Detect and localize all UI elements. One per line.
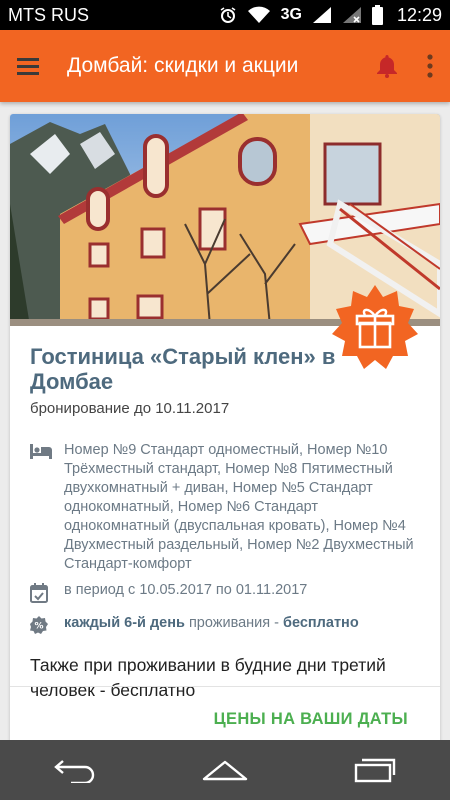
svg-text:%: % — [34, 622, 43, 632]
percent-badge-icon: % — [30, 616, 48, 634]
home-button[interactable] — [195, 740, 255, 800]
discount-free: бесплатно — [283, 615, 359, 631]
extra-offer: Также при проживании в будние дни третий… — [30, 655, 386, 700]
period-row: в период с 10.05.2017 по 01.11.2017 — [30, 581, 420, 608]
booking-deadline: бронирование до 10.11.2017 — [30, 400, 230, 417]
hamburger-icon — [17, 58, 39, 75]
offer-card[interactable]: Гостиница «Старый клен» в Домбае брониро… — [10, 114, 440, 754]
app-bar: Домбай: скидки и акции — [0, 30, 450, 102]
no-signal-icon — [342, 7, 361, 23]
recent-apps-icon — [354, 758, 396, 783]
prices-button[interactable]: ЦЕНЫ НА ВАШИ ДАТЫ — [214, 710, 408, 729]
notifications-button[interactable] — [364, 30, 410, 102]
more-vert-icon — [427, 54, 433, 78]
home-icon — [202, 760, 248, 781]
rooms-row: Номер №9 Стандарт одноместный, Номер №10… — [30, 441, 420, 574]
more-options-button[interactable] — [410, 30, 450, 102]
status-bar: MTS RUS 3G 12:29 — [0, 0, 450, 30]
discount-highlight: каждый 6-й день — [64, 615, 185, 631]
back-icon — [54, 760, 95, 783]
alarm-icon — [220, 7, 236, 23]
gift-icon — [332, 285, 418, 369]
recent-apps-button[interactable] — [345, 740, 405, 800]
offer-period: в период с 10.05.2017 по 01.11.2017 — [64, 582, 308, 598]
card-divider — [10, 686, 440, 687]
page-title: Домбай: скидки и акции — [67, 54, 299, 77]
discount-text: каждый 6-й день проживания - бесплатно — [64, 614, 420, 633]
discount-row: % каждый 6-й день проживания - бесплатно — [30, 614, 420, 639]
bell-icon — [377, 55, 397, 78]
discount-middle: проживания - — [184, 615, 284, 631]
network-type: 3G — [280, 6, 302, 23]
clock: 12:29 — [396, 4, 442, 25]
hotel-title: Гостиница «Старый клен» в Домбае — [30, 344, 336, 394]
signal-icon — [312, 7, 331, 23]
carrier-name: MTS RUS — [8, 4, 89, 25]
battery-icon — [371, 5, 383, 25]
wifi-icon — [247, 6, 270, 23]
back-button[interactable] — [45, 740, 105, 800]
gift-badge — [331, 283, 419, 371]
calendar-check-icon — [30, 583, 48, 603]
menu-button[interactable] — [0, 30, 56, 102]
bed-icon — [30, 444, 52, 459]
rooms-list: Номер №9 Стандарт одноместный, Номер №10… — [64, 442, 414, 572]
navigation-bar — [0, 740, 450, 800]
